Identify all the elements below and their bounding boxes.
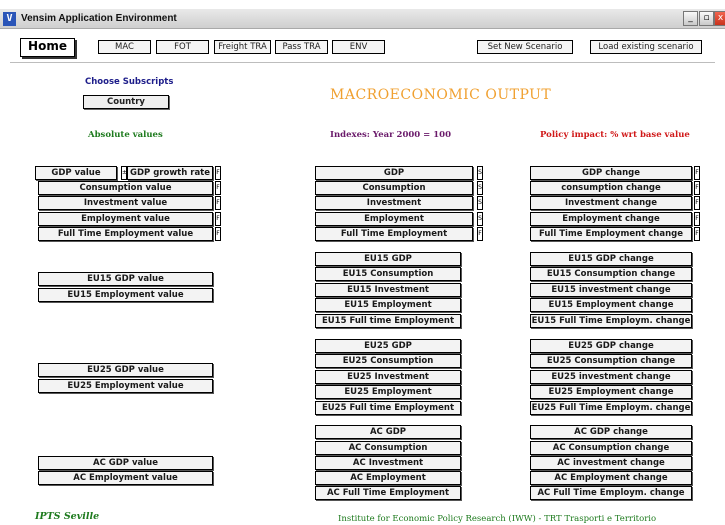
index-eu25-consumption-button[interactable]: EU25 Consumption: [315, 354, 461, 368]
index-investment-button[interactable]: Investment: [315, 196, 473, 210]
policy-eu15-investment-change-button[interactable]: EU15 investment change: [530, 283, 692, 297]
gdp-growth-rate-button[interactable]: GDP growth rate: [127, 166, 213, 180]
policy-eu25-gdp-change-button[interactable]: EU25 GDP change: [530, 339, 692, 353]
vensim-icon: V: [3, 12, 16, 26]
policy-impact-heading: Policy impact: % wrt base value: [540, 130, 690, 140]
tab-env[interactable]: ENV: [332, 40, 385, 54]
index-full-time-employment-selector[interactable]: F: [477, 227, 483, 241]
footer-ipts-seville: IPTS Seville: [35, 511, 100, 522]
eu15-employment-value-button[interactable]: EU15 Employment value: [38, 288, 213, 302]
index-ac-gdp-button[interactable]: AC GDP: [315, 425, 461, 439]
index-eu15-gdp-button[interactable]: EU15 GDP: [315, 252, 461, 266]
policy-employment-change-selector[interactable]: F: [694, 212, 700, 226]
index-gdp-button[interactable]: GDP: [315, 166, 473, 180]
policy-ac-gdp-change-button[interactable]: AC GDP change: [530, 425, 692, 439]
home-button[interactable]: Home: [20, 38, 75, 57]
policy-ac-full-time-employment-change-button[interactable]: AC Full Time Employm. change: [530, 486, 692, 500]
policy-eu25-full-time-employment-change-button[interactable]: EU25 Full Time Employm. change: [530, 401, 692, 415]
tab-freight-tra[interactable]: Freight TRA: [214, 40, 271, 54]
maximize-icon[interactable]: ▫: [699, 11, 714, 26]
window-title: Vensim Application Environment: [21, 13, 177, 24]
gdp-growth-rate-selector[interactable]: F: [215, 166, 221, 180]
set-new-scenario-button[interactable]: Set New Scenario: [477, 40, 573, 54]
absolute-values-heading: Absolute values: [88, 130, 163, 140]
consumption-value-selector[interactable]: F: [215, 181, 221, 195]
index-eu25-investment-button[interactable]: EU25 Investment: [315, 370, 461, 384]
policy-eu25-investment-change-button[interactable]: EU25 investment change: [530, 370, 692, 384]
window-title-bar: V Vensim Application Environment _ ▫ x: [0, 9, 725, 29]
employment-value-button[interactable]: Employment value: [38, 212, 213, 226]
ac-employment-value-button[interactable]: AC Employment value: [38, 471, 213, 485]
load-existing-scenario-button[interactable]: Load existing scenario: [590, 40, 702, 54]
index-full-time-employment-button[interactable]: Full Time Employment: [315, 227, 473, 241]
indexes-heading: Indexes: Year 2000 = 100: [330, 130, 451, 140]
employment-value-selector[interactable]: F: [215, 212, 221, 226]
policy-eu15-employment-change-button[interactable]: EU15 Employment change: [530, 298, 692, 312]
policy-investment-change-button[interactable]: Investment change: [530, 196, 692, 210]
eu25-gdp-value-button[interactable]: EU25 GDP value: [38, 363, 213, 377]
index-ac-consumption-button[interactable]: AC Consumption: [315, 441, 461, 455]
close-icon[interactable]: x: [714, 11, 725, 26]
index-eu15-full-time-employment-button[interactable]: EU15 Full time Employment: [315, 314, 461, 328]
investment-value-selector[interactable]: F: [215, 196, 221, 210]
index-consumption-button[interactable]: Consumption: [315, 181, 473, 195]
index-employment-selector[interactable]: S: [477, 212, 483, 226]
tab-fot[interactable]: FOT: [156, 40, 209, 54]
index-eu25-full-time-employment-button[interactable]: EU25 Full time Employment: [315, 401, 461, 415]
page-title: MACROECONOMIC OUTPUT: [330, 87, 552, 103]
eu15-gdp-value-button[interactable]: EU15 GDP value: [38, 272, 213, 286]
full-time-employment-value-selector[interactable]: F: [215, 227, 221, 241]
index-ac-full-time-employment-button[interactable]: AC Full Time Employment: [315, 486, 461, 500]
index-eu25-gdp-button[interactable]: EU25 GDP: [315, 339, 461, 353]
policy-eu15-consumption-change-button[interactable]: EU15 Consumption change: [530, 267, 692, 281]
index-eu25-employment-button[interactable]: EU25 Employment: [315, 385, 461, 399]
consumption-value-button[interactable]: Consumption value: [38, 181, 213, 195]
policy-ac-consumption-change-button[interactable]: AC Consumption change: [530, 441, 692, 455]
index-eu15-consumption-button[interactable]: EU15 Consumption: [315, 267, 461, 281]
policy-employment-change-button[interactable]: Employment change: [530, 212, 692, 226]
country-subscript-button[interactable]: Country: [83, 95, 169, 109]
index-ac-employment-button[interactable]: AC Employment: [315, 471, 461, 485]
index-consumption-selector[interactable]: S: [477, 181, 483, 195]
policy-eu15-gdp-change-button[interactable]: EU15 GDP change: [530, 252, 692, 266]
index-employment-button[interactable]: Employment: [315, 212, 473, 226]
tab-pass-tra[interactable]: Pass TRA: [275, 40, 328, 54]
policy-gdp-change-selector[interactable]: F: [694, 166, 700, 180]
policy-gdp-change-button[interactable]: GDP change: [530, 166, 692, 180]
ac-gdp-value-button[interactable]: AC GDP value: [38, 456, 213, 470]
policy-ac-investment-change-button[interactable]: AC investment change: [530, 456, 692, 470]
index-gdp-selector[interactable]: S: [477, 166, 483, 180]
index-eu15-investment-button[interactable]: EU15 Investment: [315, 283, 461, 297]
full-time-employment-value-button[interactable]: Full Time Employment value: [38, 227, 213, 241]
policy-consumption-change-button[interactable]: consumption change: [530, 181, 692, 195]
policy-full-time-employment-change-button[interactable]: Full Time Employment change: [530, 227, 692, 241]
index-eu15-employment-button[interactable]: EU15 Employment: [315, 298, 461, 312]
gdp-value-button[interactable]: GDP value: [35, 166, 117, 180]
policy-investment-change-selector[interactable]: F: [694, 196, 700, 210]
policy-eu25-employment-change-button[interactable]: EU25 Employment change: [530, 385, 692, 399]
index-investment-selector[interactable]: S: [477, 196, 483, 210]
policy-eu25-consumption-change-button[interactable]: EU25 Consumption change: [530, 354, 692, 368]
choose-subscripts-label: Choose Subscripts: [85, 77, 174, 87]
eu25-employment-value-button[interactable]: EU25 Employment value: [38, 379, 213, 393]
policy-full-time-employment-change-selector[interactable]: F: [694, 227, 700, 241]
footer-institute: Institute for Economic Policy Research (…: [338, 514, 657, 524]
index-ac-investment-button[interactable]: AC Investment: [315, 456, 461, 470]
policy-eu15-full-time-employment-change-button[interactable]: EU15 Full Time Employm. change: [530, 314, 692, 328]
policy-ac-employment-change-button[interactable]: AC Employment change: [530, 471, 692, 485]
policy-consumption-change-selector[interactable]: F: [694, 181, 700, 195]
investment-value-button[interactable]: Investment value: [38, 196, 213, 210]
tab-mac[interactable]: MAC: [98, 40, 151, 54]
header-divider: [10, 62, 715, 63]
minimize-icon[interactable]: _: [683, 11, 698, 26]
